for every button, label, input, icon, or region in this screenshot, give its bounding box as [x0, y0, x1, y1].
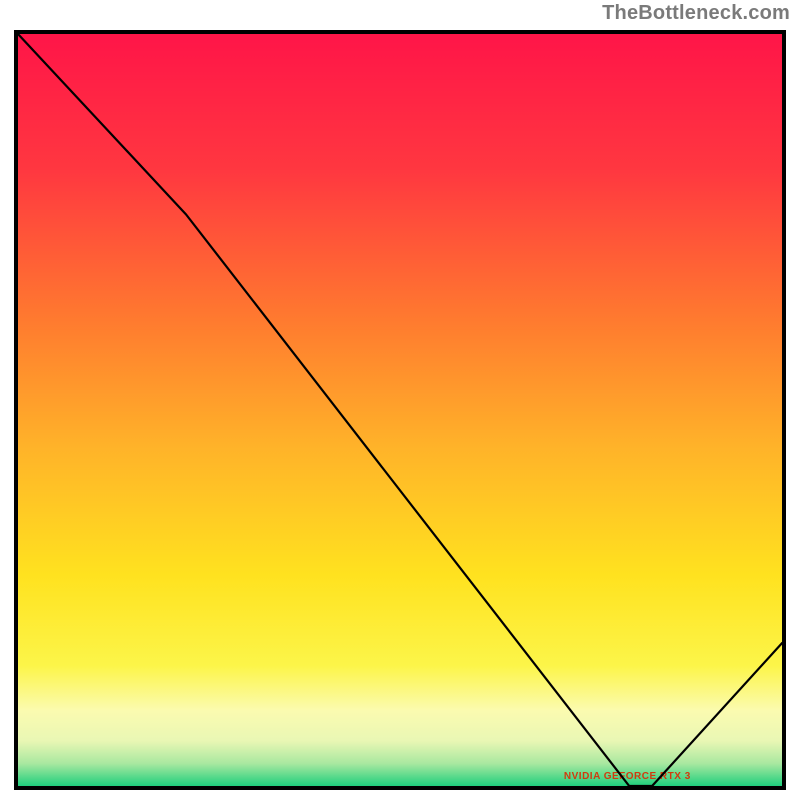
watermark-text: TheBottleneck.com: [602, 2, 790, 25]
plot-frame: NVIDIA GeForce RTX 3: [14, 30, 786, 790]
bottleneck-curve: [18, 34, 782, 786]
chart-container: TheBottleneck.com: [0, 0, 800, 800]
